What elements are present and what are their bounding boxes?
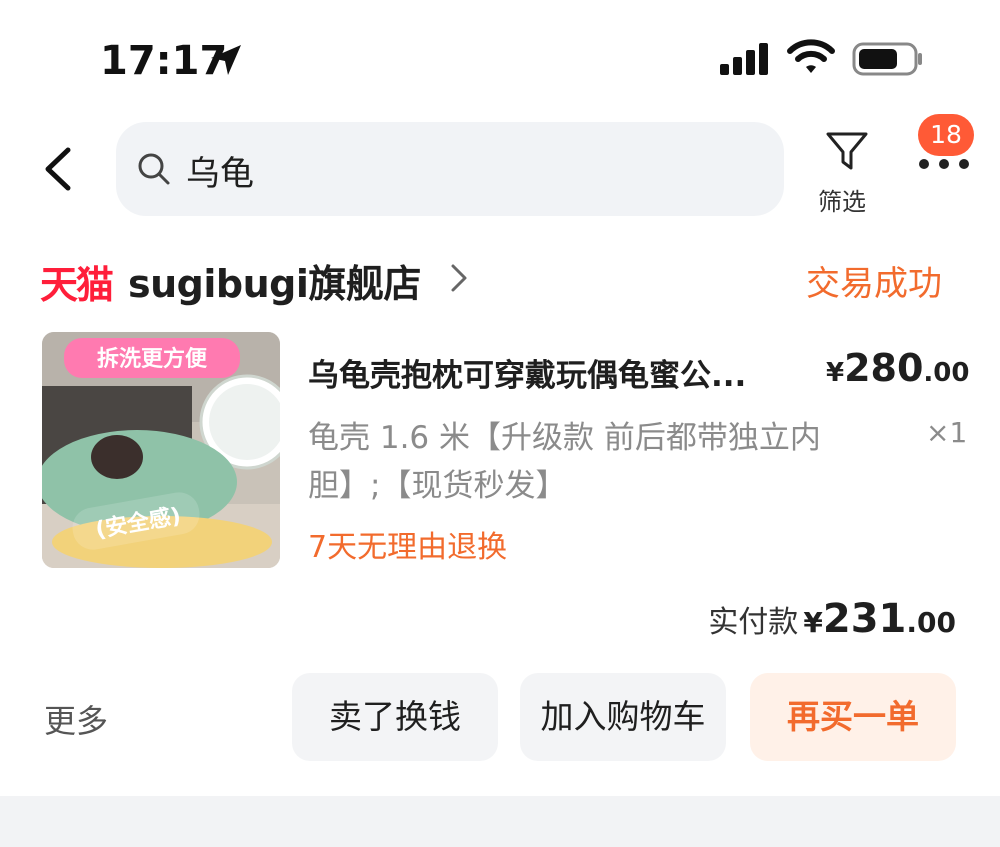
- paid-integer: 231: [822, 596, 907, 642]
- next-card-divider: [0, 796, 1000, 847]
- paid-decimal: .00: [906, 606, 956, 639]
- filter-funnel-icon: [826, 132, 868, 170]
- location-arrow-icon: [211, 45, 241, 75]
- more-actions-link[interactable]: 更多: [44, 696, 108, 742]
- search-query[interactable]: 乌龟: [186, 146, 254, 195]
- unit-price-currency: ¥: [826, 358, 845, 388]
- filter-label: 筛选: [818, 188, 866, 216]
- product-sku: 龟壳 1.6 米【升级款 前后都带独立内胆】;【现货秒发】: [308, 420, 821, 504]
- product-image: 拆洗更方便 (安全感): [42, 332, 280, 568]
- battery-icon: [852, 42, 922, 76]
- sell-button[interactable]: 卖了换钱: [292, 673, 498, 761]
- notification-badge: 18: [918, 114, 974, 156]
- signal-icon: [720, 43, 768, 75]
- add-to-cart-button[interactable]: 加入购物车: [520, 673, 726, 761]
- ellipsis-icon: [919, 159, 969, 169]
- paid-currency: ¥: [803, 606, 823, 639]
- unit-price-decimal: .00: [923, 358, 970, 388]
- order-status: 交易成功: [806, 264, 942, 304]
- search-icon: [138, 153, 170, 185]
- tmall-logo: 天猫: [40, 263, 114, 307]
- paid-label: 实付款: [708, 605, 799, 640]
- unit-price: ¥280.00: [826, 346, 969, 390]
- product-quantity: ×1: [926, 416, 968, 449]
- paid-amount: ¥231.00: [803, 596, 956, 642]
- status-bar: 17:17: [0, 0, 1000, 110]
- filter-button[interactable]: 筛选: [808, 124, 884, 216]
- thumbnail-overlay-top: 拆洗更方便: [97, 346, 208, 372]
- wifi-icon: [787, 39, 835, 73]
- product-title[interactable]: 乌龟壳抱枕可穿戴玩偶龟蜜公...: [308, 350, 808, 395]
- back-chevron-icon[interactable]: [38, 146, 78, 192]
- store-name-link[interactable]: sugibugi旗舰店: [128, 253, 421, 308]
- rebuy-button[interactable]: 再买一单: [750, 673, 956, 761]
- return-policy-tag: 7天无理由退换: [308, 530, 508, 565]
- product-thumbnail[interactable]: 拆洗更方便 (安全感): [42, 332, 280, 568]
- chevron-right-icon[interactable]: [448, 263, 470, 293]
- paid-amount-row: 实付款 ¥231.00: [708, 596, 956, 642]
- unit-price-integer: 280: [844, 346, 924, 390]
